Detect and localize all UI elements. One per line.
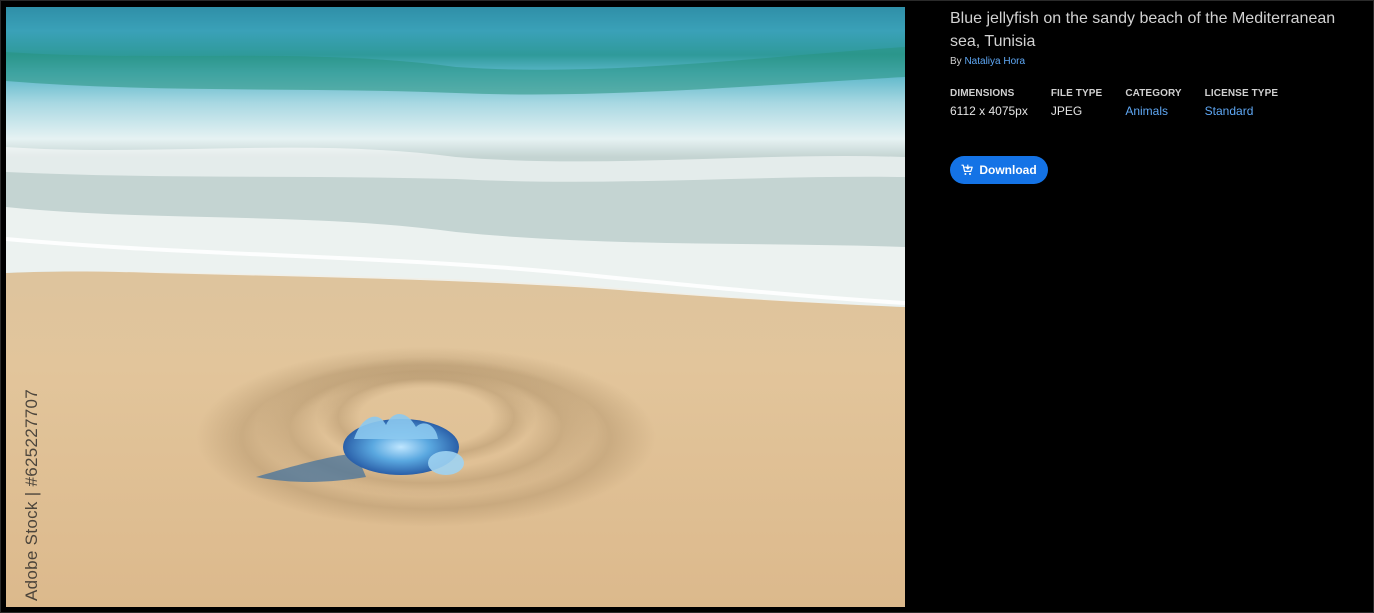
author-link[interactable]: Nataliya Hora <box>964 56 1025 67</box>
meta-value: JPEG <box>1050 104 1083 118</box>
meta-label: DIMENSIONS <box>950 88 1015 99</box>
download-button[interactable]: Download <box>950 156 1048 184</box>
cart-download-icon <box>961 164 974 175</box>
meta-value: 6112 x 4075px <box>950 104 1028 118</box>
image-metadata: DIMENSIONS 6112 x 4075px FILE TYPE JPEG … <box>950 87 1360 119</box>
meta-label: LICENSE TYPE <box>1204 88 1279 99</box>
meta-file-type: FILE TYPE JPEG <box>1051 87 1102 119</box>
meta-license-type: LICENSE TYPE Standard <box>1205 87 1278 119</box>
license-type-link[interactable]: Standard <box>1205 103 1278 119</box>
byline-prefix: By <box>950 56 962 67</box>
meta-label: CATEGORY <box>1125 88 1182 99</box>
meta-category: CATEGORY Animals <box>1125 87 1181 119</box>
download-label: Download <box>979 163 1037 177</box>
byline: By Nataliya Hora <box>950 55 1360 69</box>
category-link[interactable]: Animals <box>1125 103 1181 119</box>
image-title: Blue jellyfish on the sandy beach of the… <box>950 10 1336 50</box>
stock-photo[interactable]: Adobe Stock | #625227707 <box>6 7 905 607</box>
stock-image-preview: Adobe Stock | #625227707 Blue jellyfish … <box>0 0 1374 613</box>
beach-jellyfish-image <box>6 7 905 607</box>
meta-label: FILE TYPE <box>1050 88 1103 99</box>
meta-dimensions: DIMENSIONS 6112 x 4075px <box>950 87 1028 119</box>
image-watermark: Adobe Stock | #625227707 <box>22 388 41 601</box>
image-details-panel: Blue jellyfish on the sandy beach of the… <box>950 7 1360 184</box>
